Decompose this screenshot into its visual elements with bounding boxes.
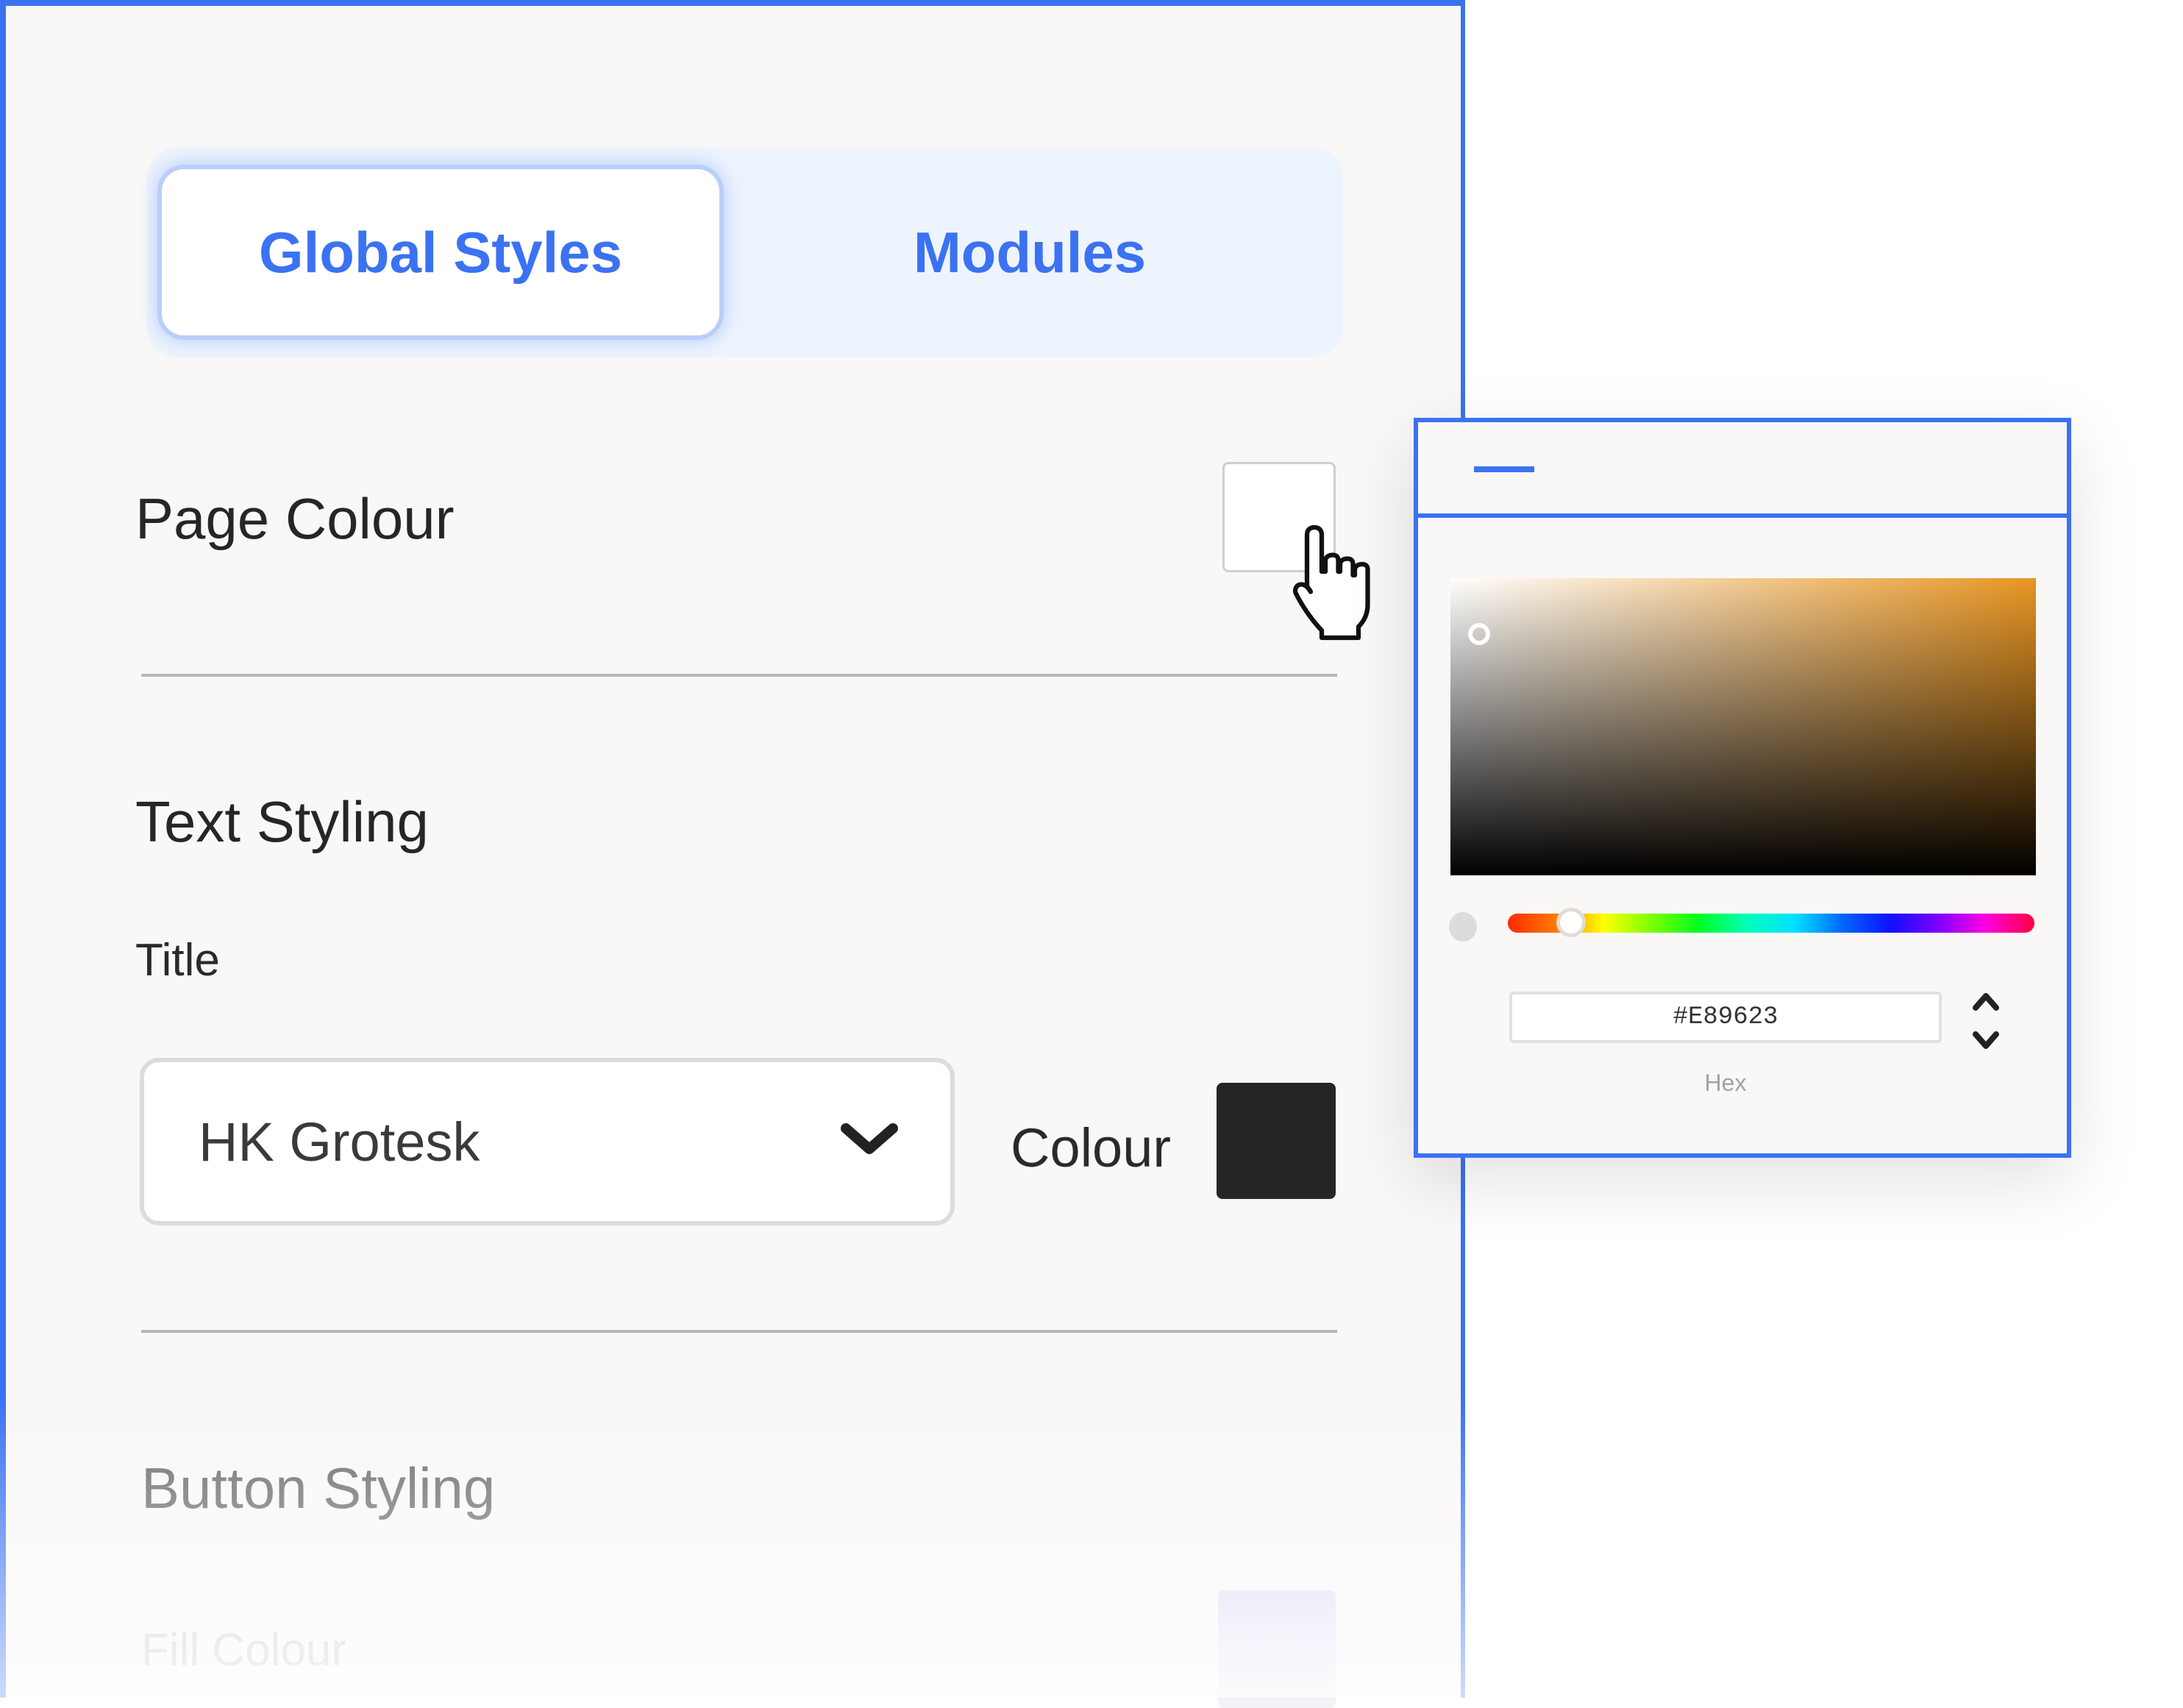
sv-handle[interactable]: [1467, 622, 1490, 645]
tab-global-styles[interactable]: Global Styles: [162, 169, 719, 335]
minus-icon[interactable]: [1474, 466, 1534, 472]
global-styles-panel: Global Styles Modules Page Colour Text S…: [0, 0, 1465, 1708]
tab-modules[interactable]: Modules: [750, 169, 1309, 335]
color-picker-popup: #E89623 Hex: [1414, 418, 2071, 1158]
hue-slider[interactable]: [1508, 908, 2034, 937]
saturation-value-field[interactable]: [1450, 578, 2036, 875]
title-colour-swatch[interactable]: [1217, 1083, 1336, 1199]
page-colour-label: Page Colour: [135, 486, 455, 551]
tab-bar: Global Styles Modules: [147, 147, 1343, 357]
color-preview-dot: [1449, 912, 1477, 942]
chevron-down-icon: [841, 1123, 898, 1154]
fill-colour-swatch[interactable]: [1218, 1590, 1336, 1708]
hex-input[interactable]: #E89623: [1509, 992, 1942, 1043]
hex-format-label: Hex: [1704, 1070, 1747, 1096]
up-down-chevron-icon[interactable]: [1971, 989, 2001, 1055]
fill-colour-label: Fill Colour: [141, 1625, 347, 1676]
title-colour-label: Colour: [1011, 1117, 1171, 1178]
font-select[interactable]: HK Grotesk: [140, 1058, 955, 1225]
text-styling-heading: Text Styling: [135, 789, 429, 854]
divider: [141, 1330, 1337, 1333]
hand-pointer-icon: [1292, 524, 1370, 641]
hue-slider-handle[interactable]: [1556, 908, 1586, 937]
color-picker-header: [1418, 422, 2067, 518]
button-styling-heading: Button Styling: [141, 1456, 496, 1520]
title-label: Title: [135, 935, 220, 986]
font-select-value: HK Grotesk: [199, 1111, 480, 1173]
divider: [141, 674, 1337, 677]
